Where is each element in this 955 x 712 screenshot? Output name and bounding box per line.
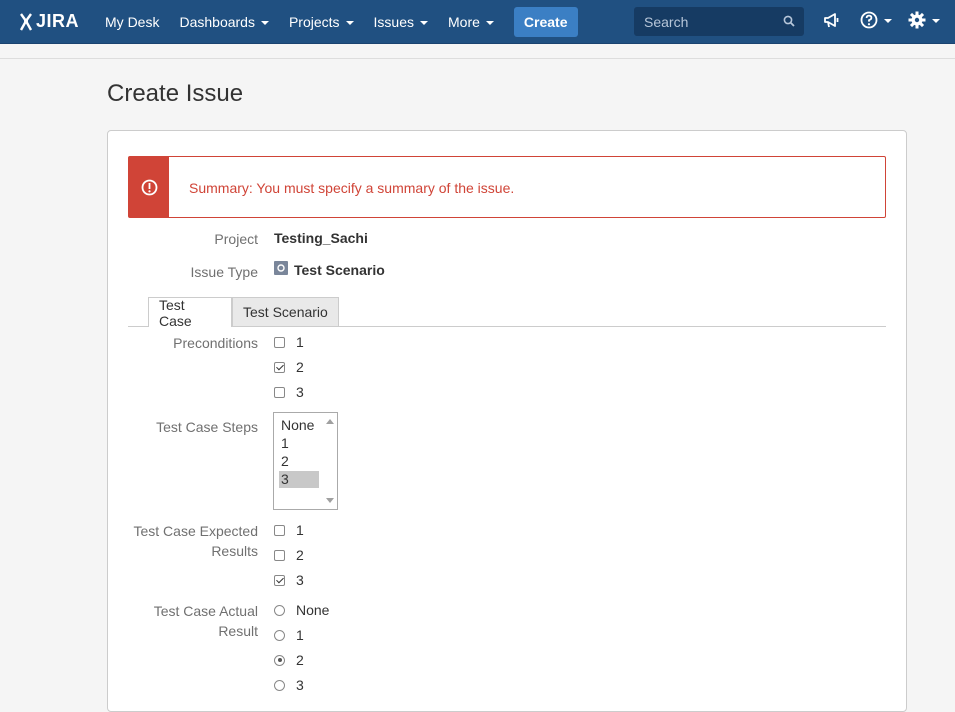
expected-results-option[interactable]: 3: [274, 572, 304, 588]
precondition-1-label: 1: [296, 334, 304, 350]
chevron-down-icon: [420, 20, 429, 25]
help-menu[interactable]: [860, 11, 892, 29]
expected-1-checkbox[interactable]: [274, 524, 285, 536]
search-box: [634, 7, 804, 36]
actual-result-label-line1: Test Case Actual: [153, 603, 258, 619]
actual-2-label: 2: [296, 652, 304, 668]
header-divider: [0, 58, 955, 59]
expected-results-option[interactable]: 1: [274, 522, 304, 538]
preconditions-option[interactable]: 1: [274, 334, 304, 350]
nav-my-desk-label: My Desk: [105, 13, 160, 30]
jira-logo-icon: [19, 12, 33, 31]
chevron-down-icon: [932, 19, 940, 23]
nav-my-desk[interactable]: My Desk: [95, 0, 169, 43]
actual-1-radio[interactable]: [274, 629, 285, 641]
active-tab-mask: [149, 326, 231, 328]
chevron-down-icon: [345, 20, 354, 25]
expected-results-label-line1: Test Case Expected: [133, 523, 258, 539]
expected-3-label: 3: [296, 572, 304, 588]
issue-type-value: Test Scenario: [294, 262, 385, 278]
nav-more[interactable]: More: [438, 0, 504, 43]
expected-results-label: Test Case Expected Results: [133, 521, 258, 561]
preconditions-option[interactable]: 3: [274, 384, 304, 400]
list-option-3[interactable]: 3: [279, 471, 319, 488]
nav-projects-label: Projects: [288, 13, 340, 30]
precondition-2-label: 2: [296, 359, 304, 375]
nav-more-label: More: [448, 13, 480, 30]
actual-result-option[interactable]: 2: [274, 652, 304, 668]
precondition-3-checkbox[interactable]: [274, 386, 285, 398]
nav-issues-label: Issues: [373, 13, 415, 30]
gear-icon: [908, 11, 926, 29]
tab-test-scenario[interactable]: Test Scenario: [232, 297, 339, 326]
actual-result-label: Test Case Actual Result: [154, 601, 258, 641]
tab-test-case-label: Test Case: [159, 296, 192, 329]
chevron-down-icon: [884, 19, 892, 23]
page-title: Create Issue: [107, 80, 244, 107]
scroll-up-icon[interactable]: [326, 419, 334, 424]
nav-issues[interactable]: Issues: [364, 0, 438, 43]
test-scenario-icon: [274, 261, 288, 275]
actual-result-option[interactable]: 1: [274, 627, 304, 643]
tab-test-scenario-label: Test Scenario: [243, 304, 328, 320]
expected-2-checkbox[interactable]: [274, 549, 285, 561]
expected-results-option[interactable]: 2: [274, 547, 304, 563]
project-label: Project: [214, 231, 258, 247]
actual-result-option[interactable]: 3: [274, 677, 304, 693]
test-case-steps-listbox[interactable]: None 1 2 3: [273, 412, 338, 510]
project-value: Testing_Sachi: [274, 230, 368, 246]
preconditions-label: Preconditions: [173, 335, 258, 351]
search-icon[interactable]: [783, 15, 795, 27]
nav-dashboards-label: Dashboards: [179, 13, 255, 30]
precondition-1-checkbox[interactable]: [274, 336, 285, 348]
list-option-2[interactable]: 2: [279, 453, 319, 470]
create-button[interactable]: Create: [513, 6, 578, 37]
issue-type-label: Issue Type: [190, 264, 258, 280]
scroll-down-icon[interactable]: [326, 498, 334, 503]
expected-1-label: 1: [296, 522, 304, 538]
precondition-2-checkbox[interactable]: [274, 361, 285, 373]
top-navigation-bar: JIRA My Desk Dashboards Projects Issues …: [0, 0, 955, 44]
issue-type-field: Test Scenario: [274, 261, 385, 278]
tab-test-case[interactable]: Test Case: [148, 296, 232, 329]
list-option-none[interactable]: None: [279, 417, 319, 434]
tabs-divider: [128, 326, 886, 327]
actual-none-radio[interactable]: [274, 604, 285, 616]
expected-3-checkbox[interactable]: [274, 574, 285, 586]
expected-results-label-line2: Results: [211, 543, 258, 559]
preconditions-option[interactable]: 2: [274, 359, 304, 375]
list-option-1[interactable]: 1: [279, 435, 319, 452]
actual-result-label-line2: Result: [218, 623, 258, 639]
chevron-down-icon: [260, 20, 269, 25]
chevron-down-icon: [485, 20, 494, 25]
logo-text: JIRA: [36, 11, 80, 31]
expected-2-label: 2: [296, 547, 304, 563]
precondition-3-label: 3: [296, 384, 304, 400]
error-icon: [129, 157, 169, 217]
actual-3-radio[interactable]: [274, 679, 285, 691]
actual-1-label: 1: [296, 627, 304, 643]
actual-none-label: None: [296, 602, 330, 618]
error-text: Summary: You must specify a summary of t…: [189, 180, 515, 196]
search-input[interactable]: [634, 12, 781, 31]
error-message-box: Summary: You must specify a summary of t…: [128, 156, 886, 218]
create-issue-form: Summary: You must specify a summary of t…: [107, 130, 907, 712]
actual-result-option[interactable]: None: [274, 602, 329, 618]
settings-menu[interactable]: [908, 11, 940, 29]
actual-3-label: 3: [296, 677, 304, 693]
nav-dashboards[interactable]: Dashboards: [169, 0, 279, 43]
test-case-steps-label: Test Case Steps: [156, 419, 258, 435]
megaphone-icon[interactable]: [823, 11, 841, 29]
help-icon: [860, 11, 878, 29]
nav-projects[interactable]: Projects: [279, 0, 364, 43]
jira-logo[interactable]: JIRA: [18, 11, 79, 32]
listbox-scrollbar[interactable]: [323, 413, 337, 509]
actual-2-radio[interactable]: [274, 654, 285, 666]
